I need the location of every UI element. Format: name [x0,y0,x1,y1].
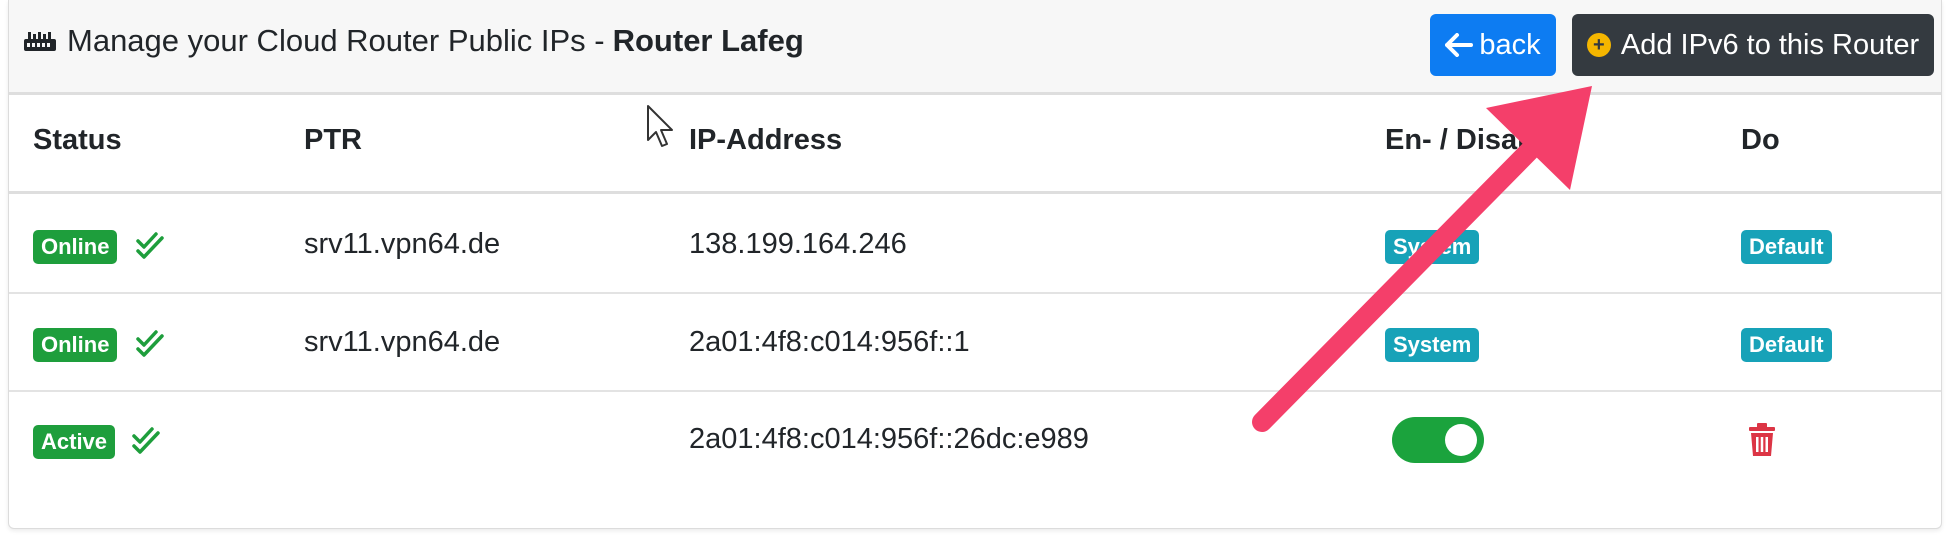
ptr-value: srv11.vpn64.de [304,326,501,358]
default-badge: Default [1741,328,1832,362]
toggle-knob [1445,424,1477,456]
default-badge: Default [1741,230,1832,264]
add-ipv6-button-label: Add IPv6 to this Router [1620,28,1920,61]
ptr-value: srv11.vpn64.de [304,228,501,260]
plus-circle-icon: + [1586,33,1611,57]
arrow-left-icon [1445,33,1474,57]
row-divider [9,292,1941,294]
ip-address-value: 2a01:4f8:c014:956f::1 [689,326,970,358]
double-check-icon [132,427,160,454]
card-header: Manage your Cloud Router Public IPs - Ro… [9,0,1941,95]
column-header-enable-disable: En- / Disable [1385,124,1560,156]
router-name: Router Lafeg [612,23,804,58]
row-divider [9,390,1941,392]
column-header-ptr: PTR [304,124,362,156]
ip-address-value: 138.199.164.246 [689,228,907,260]
column-header-status: Status [33,124,122,156]
status-badge: Online [33,328,118,362]
ip-management-card: Manage your Cloud Router Public IPs - Ro… [8,0,1942,529]
status-badge: Active [33,425,116,459]
column-header-do: Do [1741,124,1780,156]
trash-icon[interactable] [1748,423,1776,457]
enable-toggle[interactable] [1392,417,1484,463]
page-title-text: Manage your Cloud Router Public IPs - [67,23,605,58]
router-icon [24,32,56,51]
system-badge: System [1385,328,1480,362]
table-header-divider [9,191,1941,194]
page-title: Manage your Cloud Router Public IPs - Ro… [23,22,804,60]
double-check-icon [136,232,164,259]
system-badge: System [1385,230,1480,264]
back-button-label: back [1479,28,1541,61]
double-check-icon [136,330,164,357]
add-ipv6-button[interactable]: + Add IPv6 to this Router [1572,14,1934,76]
status-badge: Online [33,230,118,264]
ip-address-value: 2a01:4f8:c014:956f::26dc:e989 [689,423,1089,455]
column-header-ip-address: IP-Address [689,124,843,156]
back-button[interactable]: back [1430,14,1556,76]
